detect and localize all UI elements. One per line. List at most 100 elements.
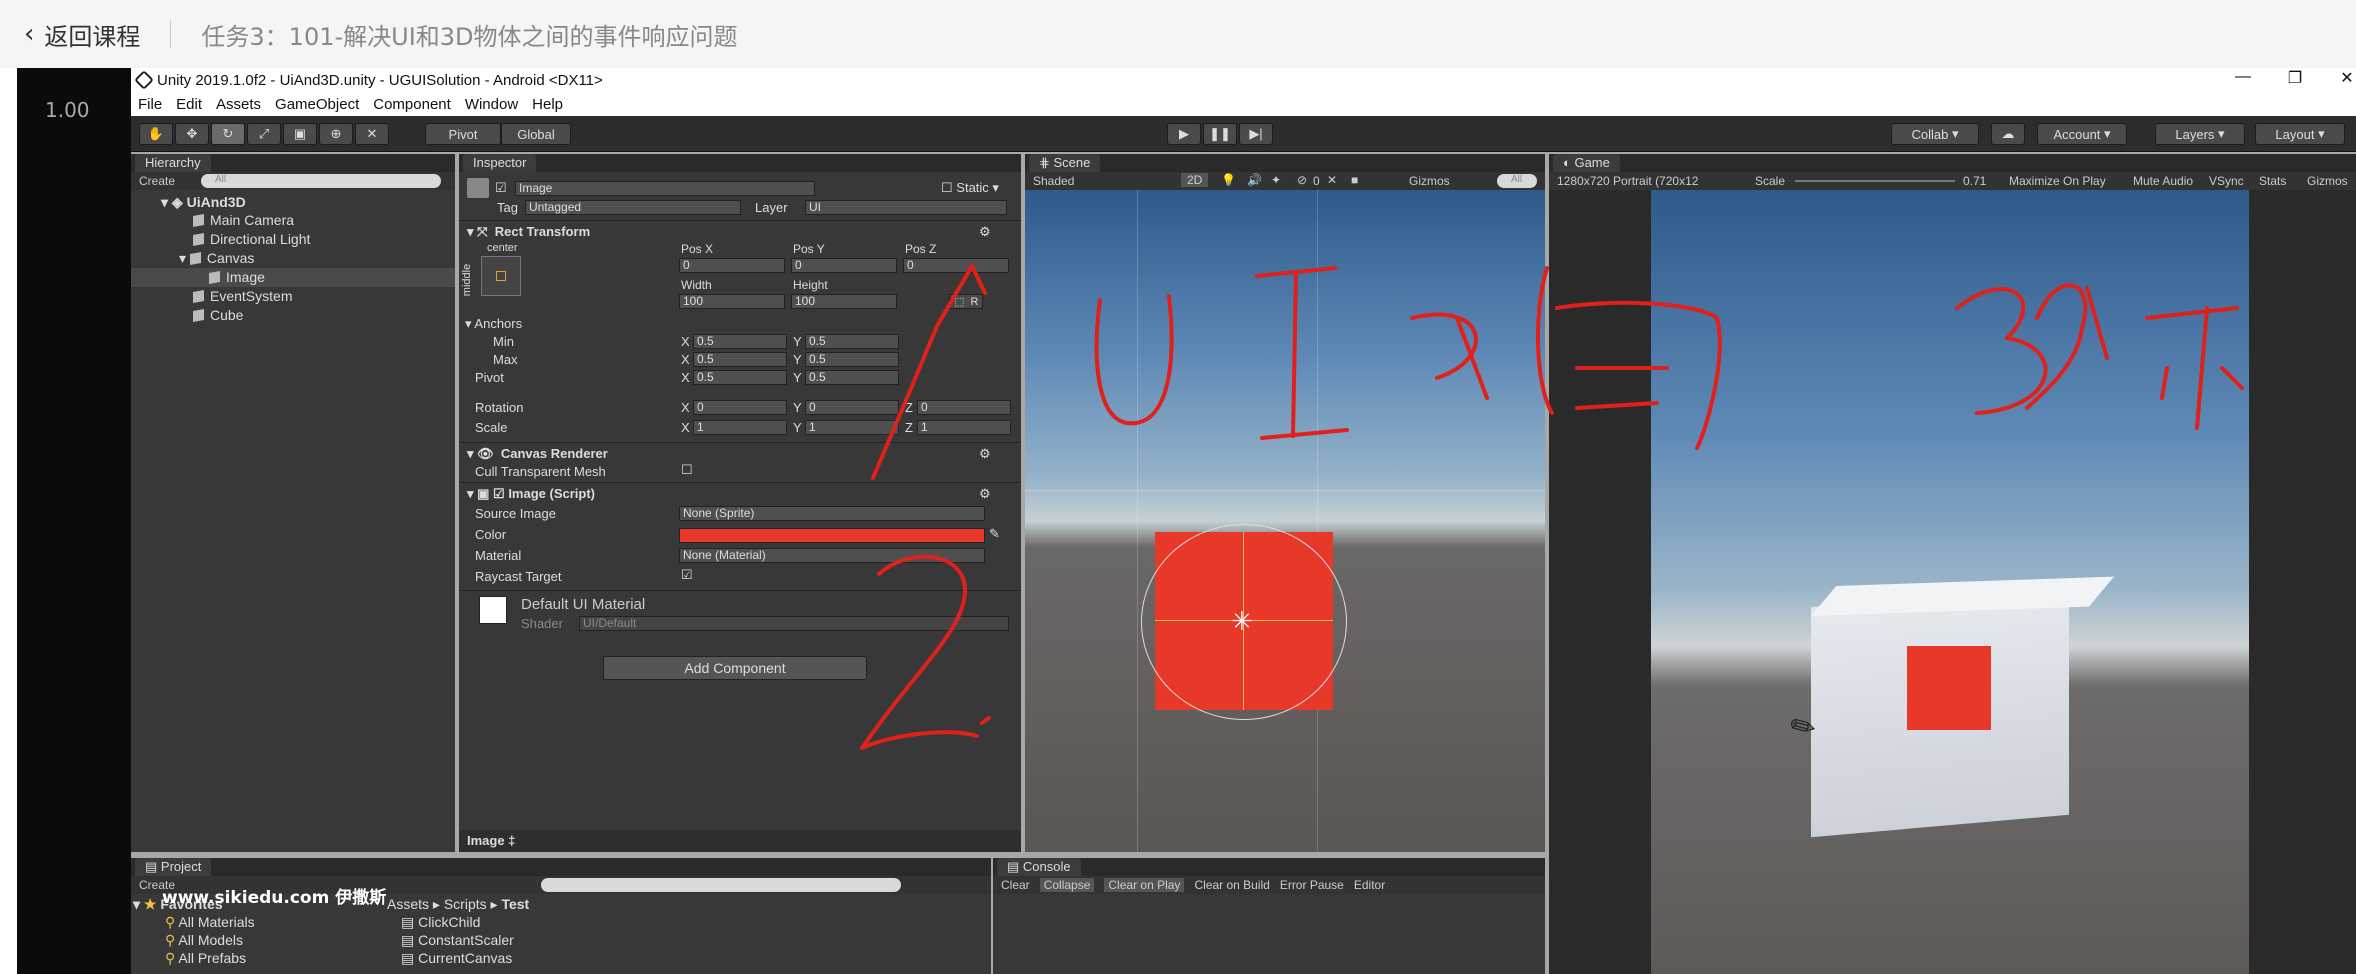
canvas-renderer-header[interactable]: ▾ 👁 Canvas Renderer [467, 446, 608, 462]
console-collapse-toggle[interactable]: Collapse [1039, 878, 1095, 892]
custom-tool-icon[interactable]: ✕ [355, 123, 389, 145]
menu-file[interactable]: File [131, 96, 169, 113]
component-settings-icon[interactable]: ⚙ [979, 486, 991, 502]
tag-dropdown[interactable]: Untagged [525, 200, 741, 215]
pivot-y[interactable]: 0.5 [805, 370, 899, 385]
shader-dropdown[interactable]: UI/Default [579, 616, 1009, 631]
playback-speed[interactable]: 1.00 [45, 98, 90, 122]
camera-icon[interactable]: ■ [1351, 173, 1358, 187]
hierarchy-item[interactable]: Main Camera [193, 212, 294, 228]
hierarchy-create-button[interactable]: Create [139, 174, 175, 188]
close-icon[interactable]: ✕ [2321, 68, 2356, 88]
height-field[interactable]: 100 [791, 294, 897, 309]
toggle-2d-button[interactable]: 2D [1181, 173, 1209, 187]
material-field[interactable]: None (Material) [679, 548, 985, 563]
console-clear-button[interactable]: Clear [1001, 878, 1030, 892]
active-checkbox[interactable]: ☑ [495, 180, 507, 196]
raycast-checkbox[interactable]: ☑ [681, 567, 693, 583]
add-component-button[interactable]: Add Component [603, 656, 867, 680]
back-to-course-button[interactable]: ‹ 返回课程 [24, 17, 140, 52]
global-toggle[interactable]: Global [501, 123, 571, 145]
play-icon[interactable]: ▶ [1167, 123, 1201, 145]
menu-help[interactable]: Help [525, 96, 570, 113]
menu-edit[interactable]: Edit [169, 96, 209, 113]
minimize-icon[interactable]: — [2217, 68, 2269, 88]
scale-tool-icon[interactable]: ⤢ [247, 123, 281, 145]
transform-tool-icon[interactable]: ⊕ [319, 123, 353, 145]
favorite-item[interactable]: ⚲ All Materials [165, 914, 255, 931]
step-icon[interactable]: ▶| [1239, 123, 1273, 145]
vsync-toggle[interactable]: VSync [2209, 174, 2244, 188]
game-ui-image[interactable] [1907, 646, 1991, 730]
posy-field[interactable]: 0 [791, 258, 897, 273]
tab-game[interactable]: ◐ Game [1553, 154, 1620, 172]
hierarchy-item-selected[interactable]: Image [209, 269, 265, 285]
breadcrumb-item[interactable]: Scripts [444, 896, 487, 912]
game-viewport[interactable]: ✎ [1651, 190, 2249, 974]
console-clear-on-play-toggle[interactable]: Clear on Play [1104, 878, 1185, 892]
stats-toggle[interactable]: Stats [2259, 174, 2286, 188]
move-tool-icon[interactable]: ✥ [175, 123, 209, 145]
rotate-tool-icon[interactable]: ↻ [211, 123, 245, 145]
game-gizmos-dropdown[interactable]: Gizmos [2307, 174, 2348, 188]
breadcrumb-item[interactable]: Assets [387, 896, 429, 912]
gizmos-dropdown[interactable]: Gizmos [1409, 174, 1450, 188]
lighting-icon[interactable]: 💡 [1221, 173, 1236, 187]
account-dropdown[interactable]: Account ▾ [2037, 123, 2127, 145]
rotation-z[interactable]: 0 [917, 400, 1011, 415]
tab-project[interactable]: ▤ Project [135, 858, 212, 876]
anchors-foldout[interactable]: ▾ Anchors [465, 316, 522, 332]
tools-icon[interactable]: ✕ [1327, 173, 1337, 187]
image-script-header[interactable]: ▾ ▣ ☑ Image (Script) [467, 486, 595, 502]
posz-field[interactable]: 0 [903, 258, 1009, 273]
eyedropper-icon[interactable]: ✎ [989, 526, 1000, 542]
video-player[interactable]: 1.00 Unity 2019.1.0f2 - UiAnd3D.unity - … [17, 68, 2356, 974]
scene-search-input[interactable]: All [1497, 174, 1537, 188]
pause-icon[interactable]: ❚❚ [1203, 123, 1237, 145]
effects-icon[interactable]: ✦ [1271, 173, 1281, 187]
shading-mode-dropdown[interactable]: Shaded [1033, 174, 1074, 188]
width-field[interactable]: 100 [679, 294, 785, 309]
console-clear-on-build-toggle[interactable]: Clear on Build [1194, 878, 1269, 892]
menu-component[interactable]: Component [366, 96, 458, 113]
tab-console[interactable]: ▤ Console [997, 858, 1081, 876]
anchor-preset-button[interactable] [481, 256, 521, 296]
rotation-x[interactable]: 0 [693, 400, 787, 415]
menu-assets[interactable]: Assets [209, 96, 268, 113]
scale-slider[interactable] [1795, 180, 1955, 182]
hidden-objects-icon[interactable]: ⊘ [1297, 173, 1307, 187]
file-item[interactable]: ▤ CurrentCanvas [401, 950, 512, 967]
rect-transform-header[interactable]: ▾ ⤧ Rect Transform [467, 224, 590, 240]
color-swatch[interactable] [679, 528, 985, 543]
layer-dropdown[interactable]: UI [805, 200, 1007, 215]
layout-dropdown[interactable]: Layout ▾ [2255, 123, 2345, 145]
resolution-dropdown[interactable]: 1280x720 Portrait (720x12 [1557, 174, 1698, 188]
audio-icon[interactable]: 🔊 [1247, 173, 1262, 187]
console-error-pause-toggle[interactable]: Error Pause [1280, 878, 1344, 892]
anchor-min-x[interactable]: 0.5 [693, 334, 787, 349]
static-toggle[interactable]: ☐ Static ▾ [941, 180, 999, 196]
anchor-min-y[interactable]: 0.5 [805, 334, 899, 349]
cloud-icon[interactable]: ☁ [1991, 123, 2025, 145]
file-item[interactable]: ▤ ConstantScaler [401, 932, 514, 949]
menu-gameobject[interactable]: GameObject [268, 96, 366, 113]
scale-z[interactable]: 1 [917, 420, 1011, 435]
hierarchy-item[interactable]: EventSystem [193, 288, 292, 304]
anchor-max-x[interactable]: 0.5 [693, 352, 787, 367]
component-settings-icon[interactable]: ⚙ [979, 446, 991, 462]
menu-window[interactable]: Window [458, 96, 525, 113]
source-image-field[interactable]: None (Sprite) [679, 506, 985, 521]
console-editor-dropdown[interactable]: Editor [1354, 878, 1385, 892]
hierarchy-item[interactable]: ▾ Canvas [179, 250, 254, 267]
pivot-gizmo-icon[interactable]: ✳ [1231, 606, 1253, 637]
anchor-max-y[interactable]: 0.5 [805, 352, 899, 367]
posx-field[interactable]: 0 [679, 258, 785, 273]
hierarchy-search-input[interactable]: All [201, 174, 441, 188]
layers-dropdown[interactable]: Layers ▾ [2155, 123, 2245, 145]
scale-y[interactable]: 1 [805, 420, 899, 435]
project-search-input[interactable] [541, 878, 901, 892]
favorite-item[interactable]: ⚲ All Prefabs [165, 950, 246, 967]
mute-audio-toggle[interactable]: Mute Audio [2133, 174, 2193, 188]
cull-checkbox[interactable]: ☐ [681, 462, 693, 478]
hierarchy-item[interactable]: Cube [193, 307, 243, 323]
